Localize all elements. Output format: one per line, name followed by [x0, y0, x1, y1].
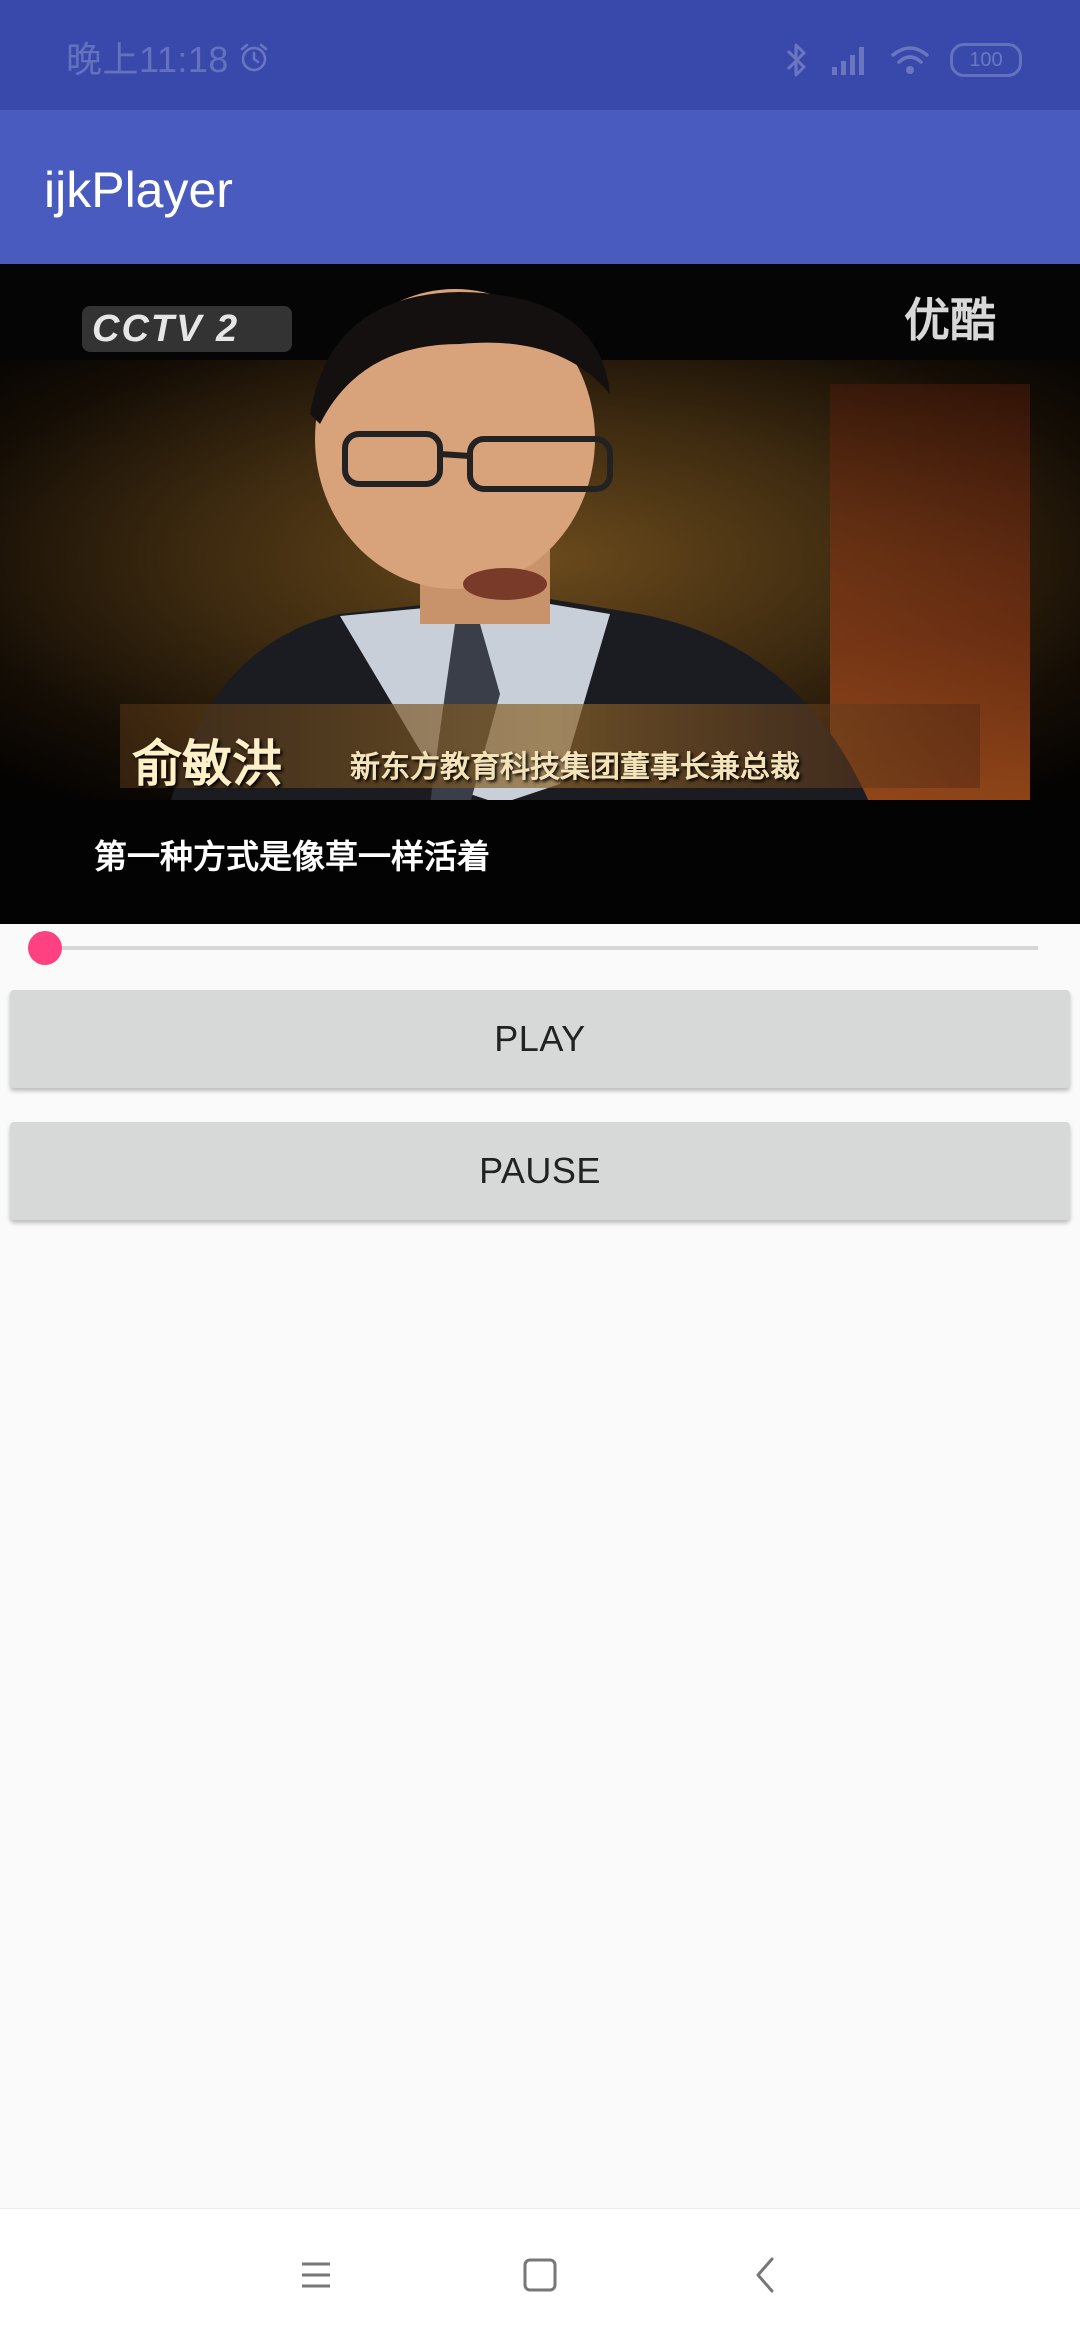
status-bar: 晚上11:18 100 [0, 0, 1080, 110]
caption-name: 俞敏洪 [132, 734, 282, 793]
video-subtitle: 第一种方式是像草一样活着 [94, 837, 490, 876]
signal-icon [832, 47, 864, 75]
status-icons: 100 [784, 40, 1022, 80]
seekbar-track[interactable] [44, 946, 1038, 950]
back-icon[interactable] [738, 2247, 794, 2303]
wifi-icon [891, 46, 929, 74]
video-surface[interactable]: CCTV 2 优酷 俞敏洪 新东方教育科技集团董事长兼总裁 第一种方式是像草一样… [0, 264, 1080, 924]
watermark-logo: 优酷 [904, 293, 996, 347]
battery-icon: 100 [950, 43, 1022, 77]
seekbar[interactable] [28, 928, 1038, 968]
seekbar-thumb[interactable] [28, 931, 62, 965]
channel-logo: CCTV 2 [92, 308, 240, 350]
video-frame [0, 264, 1080, 924]
play-button[interactable]: PLAY [10, 990, 1070, 1088]
pause-button[interactable]: PAUSE [10, 1122, 1070, 1220]
home-icon[interactable] [512, 2247, 568, 2303]
navigation-bar [0, 2208, 1080, 2341]
status-time: 晚上11:18 [66, 39, 229, 80]
app-title: ijkPlayer [44, 162, 233, 218]
alarm-icon [240, 43, 268, 72]
menu-icon[interactable] [288, 2247, 344, 2303]
caption-title: 新东方教育科技集团董事长兼总裁 [350, 750, 800, 785]
bluetooth-icon [786, 43, 806, 77]
app-bar: ijkPlayer [0, 110, 1080, 264]
